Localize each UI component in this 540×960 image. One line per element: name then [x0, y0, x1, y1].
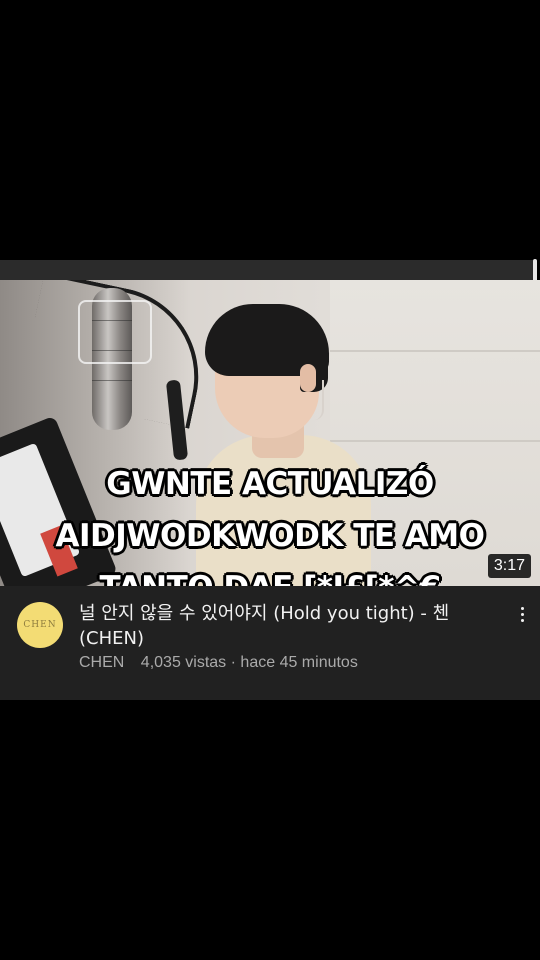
video-info-bar: CHEN 널 안지 않을 수 있어야지 (Hold you tight) - 첸… [0, 586, 540, 700]
avatar-logo-text: CHEN [23, 620, 57, 630]
mic-shock-mount [78, 300, 152, 364]
thumbnail-wall-line [330, 440, 540, 442]
mic-grill [92, 380, 132, 381]
more-dot [520, 612, 524, 616]
more-dot [520, 618, 524, 622]
overlay-caption: GWNTE ACTUALIZÓ AIDJWODKWODK TE AMO TANT… [0, 458, 540, 586]
caption-line: GWNTE ACTUALIZÓ [106, 466, 434, 502]
channel-name[interactable]: CHEN [79, 654, 124, 671]
meta-separator: · [230, 654, 236, 671]
view-count: 4,035 vistas [140, 654, 227, 671]
top-bar-strip [0, 260, 534, 280]
screen: GWNTE ACTUALIZÓ AIDJWODKWODK TE AMO TANT… [0, 0, 540, 960]
more-vert-icon[interactable] [510, 602, 534, 626]
thumbnail-wall-line [330, 350, 540, 352]
caption-line: AIDJWODKWODK TE AMO [55, 518, 486, 554]
upload-age: hace 45 minutos [240, 654, 358, 671]
video-title[interactable]: 널 안지 않을 수 있어야지 (Hold you tight) - 첸 (CHE… [79, 601, 489, 651]
caption-line: TANTO DAE [*I£[*^€ [0, 562, 540, 586]
video-meta: CHEN 4,035 vistas · hace 45 minutos [79, 653, 499, 673]
duration-badge: 3:17 [487, 554, 531, 578]
video-thumbnail[interactable]: GWNTE ACTUALIZÓ AIDJWODKWODK TE AMO TANT… [0, 280, 540, 586]
earphone-wire [308, 380, 324, 420]
channel-avatar[interactable]: CHEN [17, 602, 63, 648]
more-dot [520, 606, 524, 610]
